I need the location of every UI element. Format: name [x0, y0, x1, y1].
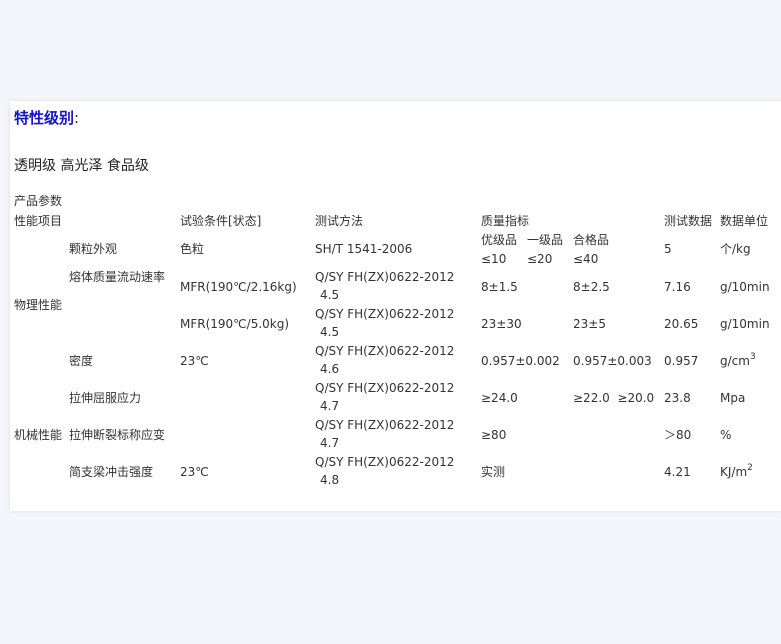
- heading-text: 特性级别: [14, 109, 75, 127]
- row-item: 拉伸屈服应力: [69, 391, 142, 405]
- row-quality-qualified: 23±5: [573, 317, 606, 331]
- header-test-method: 测试方法: [315, 214, 364, 228]
- row-method: Q/SY FH(ZX)0622-2012: [315, 418, 455, 432]
- header-quality-index: 质量指标: [481, 214, 530, 228]
- row-quality-qualified: 8±2.5: [573, 280, 610, 294]
- row-data: 23.8: [664, 391, 691, 405]
- row-method: Q/SY FH(ZX)0622-2012: [315, 307, 455, 321]
- row-quality-qualified: ≥22.0 ≥20.0: [573, 391, 655, 405]
- group-physical: 物理性能: [14, 298, 63, 312]
- row-method: Q/SY FH(ZX)0622-2012: [315, 270, 455, 284]
- row-item: 密度: [69, 354, 94, 368]
- row-method: SH/T 1541-2006: [315, 242, 413, 256]
- row-item: 颗粒外观: [69, 242, 118, 256]
- grade-qualified-label: 合格品: [573, 233, 610, 247]
- row-condition: 色粒: [180, 242, 205, 256]
- row-quality-qualified: 0.957±0.003: [573, 354, 652, 368]
- row-unit: Mpa: [720, 391, 746, 405]
- row-unit: KJ/m2: [720, 464, 753, 480]
- grade-levels: 透明级 高光泽 食品级: [14, 158, 149, 174]
- row-unit: g/10min: [720, 317, 770, 331]
- row-data: 7.16: [664, 280, 691, 294]
- row-method-clause: 4.5: [320, 325, 340, 339]
- row-item: 简支梁冲击强度: [69, 465, 154, 479]
- row-quality-premium: ≥80: [481, 428, 507, 442]
- section-heading: 特性级别:: [14, 107, 79, 128]
- grade-first-value: ≤20: [527, 252, 553, 266]
- row-quality-premium: 8±1.5: [481, 280, 518, 294]
- row-method-clause: 4.7: [320, 436, 340, 450]
- row-unit: g/10min: [720, 280, 770, 294]
- row-method-clause: 4.5: [320, 288, 340, 302]
- row-data: 20.65: [664, 317, 699, 331]
- row-method: Q/SY FH(ZX)0622-2012: [315, 455, 455, 469]
- row-data: 0.957: [664, 354, 699, 368]
- header-performance-item: 性能项目: [14, 214, 63, 228]
- row-quality-premium: 实测: [481, 465, 506, 479]
- unit-superscript: 3: [749, 352, 756, 362]
- header-test-data: 测试数据: [664, 214, 713, 228]
- row-method: Q/SY FH(ZX)0622-2012: [315, 344, 455, 358]
- row-unit: g/cm3: [720, 353, 756, 369]
- row-condition: MFR(190℃/5.0kg): [180, 317, 290, 331]
- row-unit: 个/kg: [720, 242, 751, 256]
- row-data: ＞80: [664, 428, 692, 442]
- row-quality-premium: 0.957±0.002: [481, 354, 560, 368]
- grade-first-label: 一级品: [527, 233, 564, 247]
- unit-base: g/cm: [720, 354, 750, 368]
- row-quality-premium: ≥24.0: [481, 391, 518, 405]
- header-product-params: 产品参数: [14, 194, 63, 208]
- row-condition: 23℃: [180, 354, 209, 368]
- header-data-unit: 数据单位: [720, 214, 769, 228]
- row-method-clause: 4.8: [320, 473, 340, 487]
- row-condition: 23℃: [180, 465, 209, 479]
- row-unit: %: [720, 428, 732, 442]
- header-test-condition: 试验条件[状态]: [180, 214, 262, 228]
- row-data: 5: [664, 242, 672, 256]
- group-mechanical: 机械性能: [14, 428, 63, 442]
- row-quality-premium: 23±30: [481, 317, 522, 331]
- row-method-clause: 4.7: [320, 399, 340, 413]
- row-condition: MFR(190℃/2.16kg): [180, 280, 297, 294]
- grade-premium-value: ≤10: [481, 252, 507, 266]
- unit-base: KJ/m: [720, 465, 748, 479]
- row-item: 拉伸断裂标称应变: [69, 428, 166, 442]
- grade-qualified-value: ≤40: [573, 252, 599, 266]
- grade-premium-label: 优级品: [481, 233, 518, 247]
- row-method: Q/SY FH(ZX)0622-2012: [315, 381, 455, 395]
- heading-colon: :: [74, 109, 80, 127]
- row-data: 4.21: [664, 465, 691, 479]
- row-method-clause: 4.6: [320, 362, 340, 376]
- unit-superscript: 2: [747, 463, 753, 473]
- spec-card: 特性级别: 透明级 高光泽 食品级 产品参数 性能项目 试验条件[状态] 测试方…: [10, 101, 781, 511]
- row-item: 熔体质量流动速率: [69, 270, 166, 284]
